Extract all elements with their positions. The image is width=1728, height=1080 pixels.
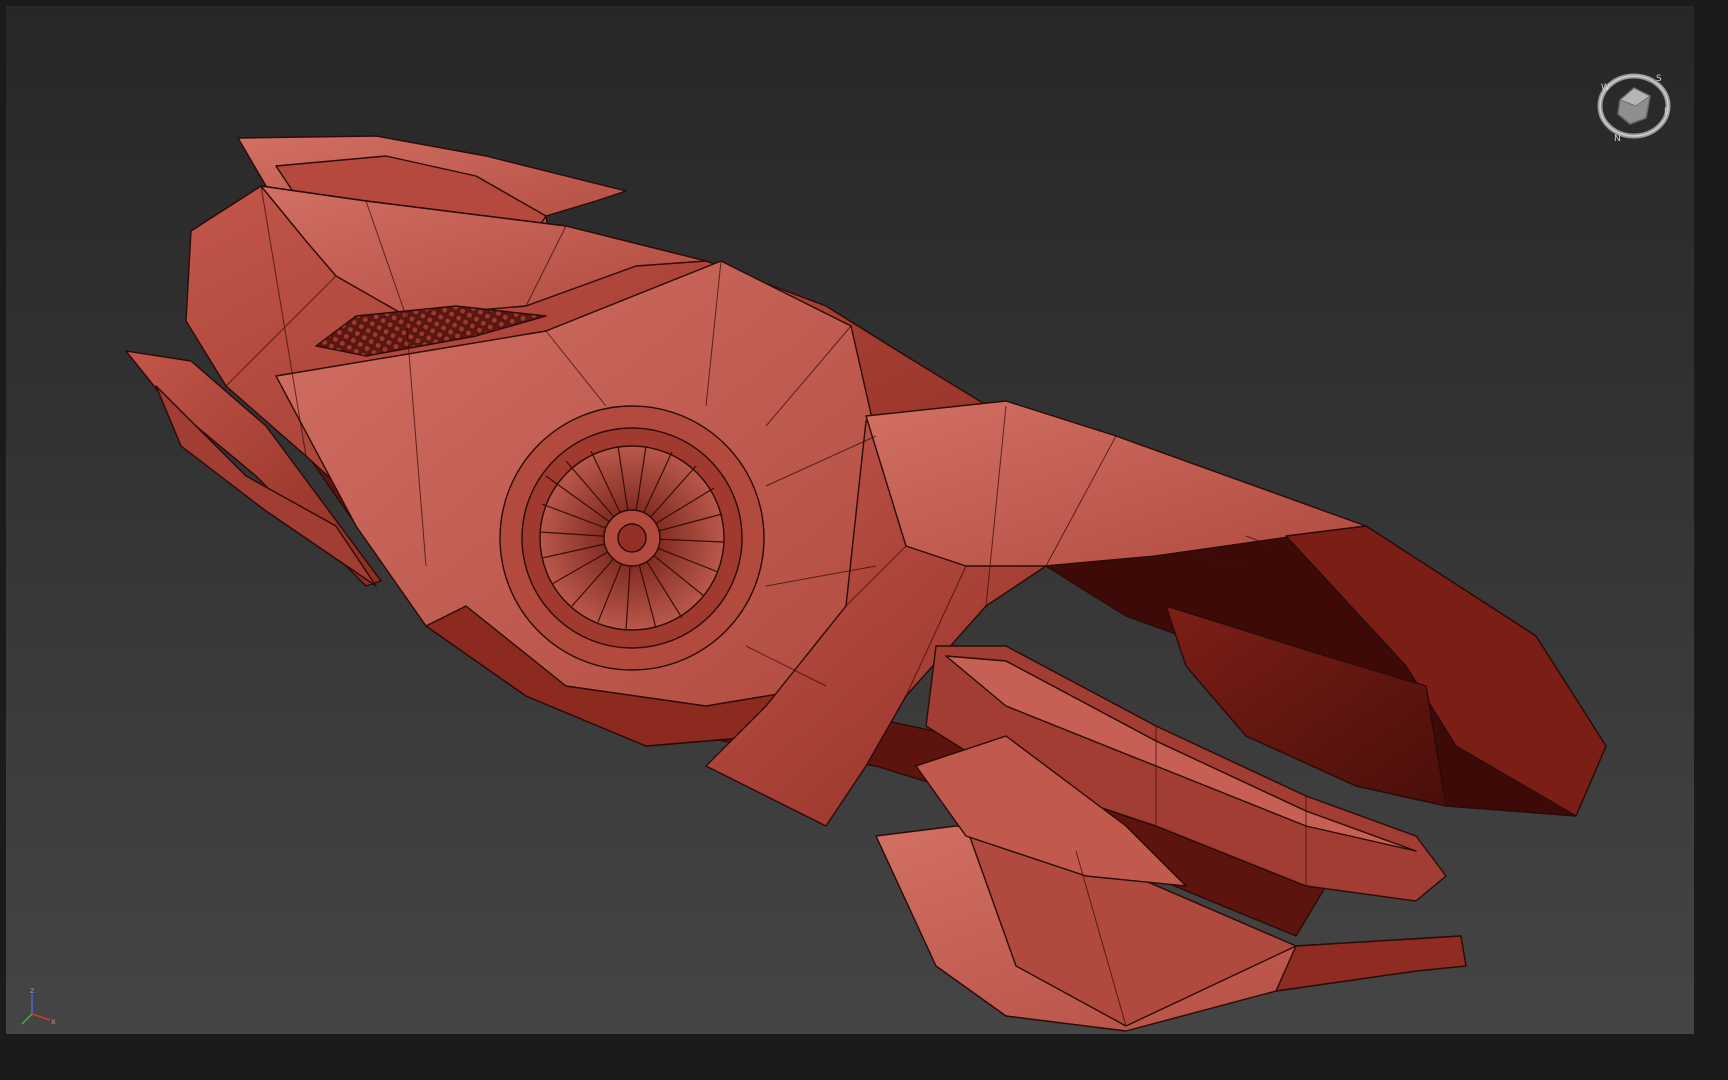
axis-label-x: x xyxy=(51,1017,56,1026)
belly-fin-tip xyxy=(1275,935,1467,992)
axis-tripod-icon: z x xyxy=(21,986,56,1026)
compass-label-south: S xyxy=(1656,74,1662,84)
bottom-bar xyxy=(0,1034,1728,1080)
compass-label-west: W xyxy=(1601,83,1610,93)
compass-label-north: N xyxy=(1614,134,1621,144)
3d-viewport[interactable]: W S E N z x xyxy=(6,6,1694,1034)
axis-label-z: z xyxy=(30,986,34,995)
spaceship-model[interactable] xyxy=(6,6,1694,1034)
viewcube-compass-icon[interactable]: W S E N xyxy=(1594,66,1674,146)
compass-label-east: E xyxy=(1664,107,1670,117)
